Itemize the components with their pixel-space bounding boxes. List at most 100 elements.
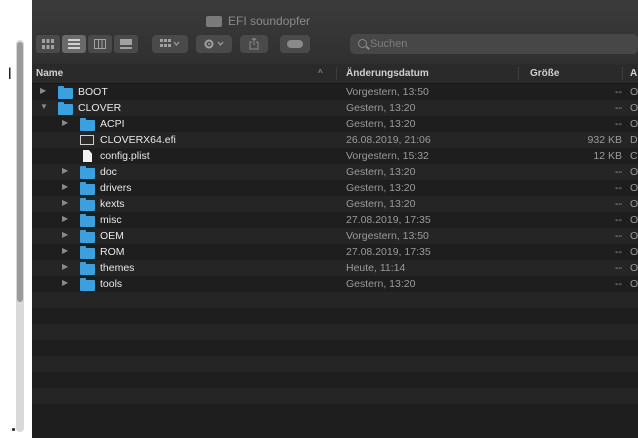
folder-icon xyxy=(80,230,95,243)
file-name: drivers xyxy=(100,182,132,194)
column-size-header[interactable]: Größe xyxy=(530,68,559,79)
column-divider[interactable] xyxy=(518,67,519,80)
icon-view-button[interactable] xyxy=(36,35,60,53)
table-row[interactable]: ▶ tools Gestern, 13:20 -- O xyxy=(32,276,638,292)
file-size: -- xyxy=(615,262,622,274)
file-icon-container xyxy=(80,214,95,227)
folder-icon xyxy=(58,102,73,115)
file-icon-container xyxy=(80,166,95,179)
file-icon-container xyxy=(80,182,95,195)
file-name: ROM xyxy=(100,246,125,258)
table-row[interactable]: ▶ OEM Vorgestern, 13:50 -- O xyxy=(32,228,638,244)
disclosure-collapsed-icon[interactable]: ▶ xyxy=(62,246,72,255)
table-row[interactable]: ▶ drivers Gestern, 13:20 -- O xyxy=(32,180,638,196)
file-size: -- xyxy=(615,214,622,226)
file-date: 27.08.2019, 17:35 xyxy=(346,214,431,226)
file-date: Heute, 11:14 xyxy=(346,262,406,274)
background-window-strip: l xyxy=(0,0,32,438)
gallery-view-button[interactable] xyxy=(114,35,138,53)
empty-row xyxy=(32,324,638,340)
file-kind: O xyxy=(630,262,638,274)
disclosure-collapsed-icon[interactable]: ▶ xyxy=(62,278,72,287)
background-dot xyxy=(12,428,15,431)
table-row[interactable]: ▶ ROM 27.08.2019, 17:35 -- O xyxy=(32,244,638,260)
file-size: 12 KB xyxy=(593,150,622,162)
file-name: config.plist xyxy=(100,150,150,162)
disclosure-collapsed-icon[interactable]: ▶ xyxy=(62,166,72,175)
list-view-button[interactable] xyxy=(62,35,86,53)
file-name: doc xyxy=(100,166,117,178)
file-date: Vorgestern, 15:32 xyxy=(346,150,429,162)
disclosure-collapsed-icon[interactable]: ▶ xyxy=(62,262,72,271)
column-divider[interactable] xyxy=(622,67,623,80)
file-kind: O xyxy=(630,230,638,242)
tags-button[interactable] xyxy=(280,35,310,53)
table-row[interactable]: ▶ kexts Gestern, 13:20 -- O xyxy=(32,196,638,212)
column-divider[interactable] xyxy=(336,67,337,80)
executable-file-icon xyxy=(80,135,94,145)
disclosure-collapsed-icon[interactable]: ▶ xyxy=(62,214,72,223)
disclosure-collapsed-icon[interactable]: ▶ xyxy=(62,198,72,207)
window-title-text: EFI soundopfer xyxy=(228,14,311,28)
action-menu-button[interactable] xyxy=(196,35,232,53)
file-icon-container xyxy=(80,198,95,211)
group-icon xyxy=(160,39,180,47)
disclosure-collapsed-icon[interactable]: ▶ xyxy=(62,182,72,191)
folder-icon xyxy=(80,214,95,227)
table-row[interactable]: config.plist Vorgestern, 15:32 12 KB C xyxy=(32,148,638,164)
view-mode-segmented-control xyxy=(36,35,138,53)
background-scrollbar-thumb[interactable] xyxy=(17,42,23,302)
file-date: Gestern, 13:20 xyxy=(346,198,416,210)
table-row[interactable]: ▶ misc 27.08.2019, 17:35 -- O xyxy=(32,212,638,228)
column-date-header[interactable]: Änderungsdatum xyxy=(346,68,429,79)
table-row[interactable]: ▶ themes Heute, 11:14 -- O xyxy=(32,260,638,276)
empty-row xyxy=(32,292,638,308)
file-kind: C xyxy=(630,150,638,162)
table-row[interactable]: ▼ CLOVER Gestern, 13:20 -- O xyxy=(32,100,638,116)
share-icon xyxy=(249,38,259,50)
file-date: Gestern, 13:20 xyxy=(346,166,416,178)
toolbar xyxy=(36,34,310,54)
sort-ascending-icon: ^ xyxy=(318,68,323,77)
file-icon-container xyxy=(58,102,73,115)
empty-row xyxy=(32,356,638,372)
column-kind-header[interactable]: A xyxy=(630,68,637,79)
list-icon xyxy=(68,39,80,49)
folder-icon xyxy=(58,86,73,99)
file-kind: D xyxy=(630,134,638,146)
column-name-header[interactable]: Name xyxy=(36,68,63,79)
search-icon xyxy=(358,39,367,48)
file-size: -- xyxy=(615,182,622,194)
disclosure-collapsed-icon[interactable]: ▶ xyxy=(40,86,50,95)
file-icon-container xyxy=(80,118,95,131)
file-name: themes xyxy=(100,262,135,274)
file-size: -- xyxy=(615,198,622,210)
file-kind: O xyxy=(630,214,638,226)
share-button[interactable] xyxy=(240,35,268,53)
table-row[interactable]: ▶ doc Gestern, 13:20 -- O xyxy=(32,164,638,180)
group-by-button[interactable] xyxy=(152,35,188,53)
empty-row xyxy=(32,372,638,388)
disclosure-collapsed-icon[interactable]: ▶ xyxy=(62,230,72,239)
disclosure-expanded-icon[interactable]: ▼ xyxy=(40,102,50,111)
table-row[interactable]: ▶ ACPI Gestern, 13:20 -- O xyxy=(32,116,638,132)
file-kind: O xyxy=(630,246,638,258)
file-icon-container xyxy=(58,86,73,99)
file-name: CLOVER xyxy=(78,102,122,114)
table-row[interactable]: ▶ BOOT Vorgestern, 13:50 -- O xyxy=(32,84,638,100)
file-date: Gestern, 13:20 xyxy=(346,118,416,130)
table-row[interactable]: CLOVERX64.efi 26.08.2019, 21:06 932 KB D xyxy=(32,132,638,148)
file-date: Vorgestern, 13:50 xyxy=(346,230,429,242)
file-size: -- xyxy=(615,118,622,130)
file-date: Gestern, 13:20 xyxy=(346,102,416,114)
file-icon-container xyxy=(80,278,95,291)
column-view-button[interactable] xyxy=(88,35,112,53)
file-kind: O xyxy=(630,86,638,98)
empty-row xyxy=(32,404,638,420)
folder-icon xyxy=(80,246,95,259)
file-name: kexts xyxy=(100,198,125,210)
folder-icon xyxy=(80,166,95,179)
folder-icon xyxy=(80,118,95,131)
disclosure-collapsed-icon[interactable]: ▶ xyxy=(62,118,72,127)
search-field[interactable]: Suchen xyxy=(350,34,638,54)
